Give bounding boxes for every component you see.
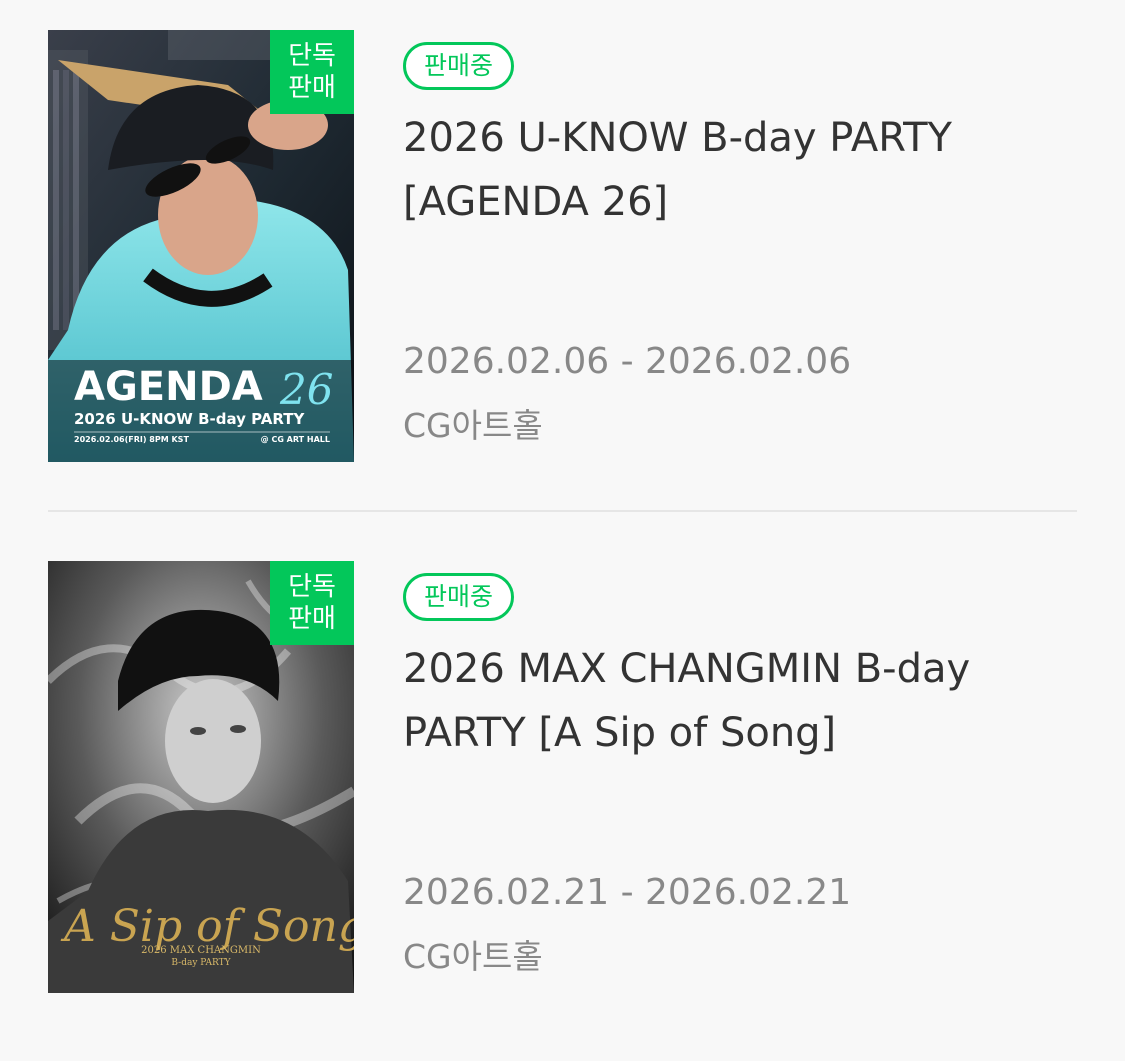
- exclusive-badge-line1: 단독: [288, 41, 336, 71]
- poster-date: 2026.02.06(FRI) 8PM KST: [74, 435, 189, 444]
- divider: [48, 510, 1077, 512]
- performance-title[interactable]: 2026 U-KNOW B-day PARTY [AGENDA 26]: [403, 106, 1043, 234]
- exclusive-sale-badge: 단독 판매: [270, 30, 354, 114]
- poster-subtitle: 2026 MAX CHANGMIN: [141, 945, 261, 956]
- item-info[interactable]: 판매중 2026 U-KNOW B-day PARTY [AGENDA 26] …: [403, 30, 1063, 462]
- poster-headline-suffix: 26: [279, 365, 333, 414]
- list-item[interactable]: AGENDA 26 2026 U-KNOW B-day PARTY 2026.0…: [48, 30, 1077, 462]
- performance-list: AGENDA 26 2026 U-KNOW B-day PARTY 2026.0…: [0, 0, 1125, 1061]
- item-info[interactable]: 판매중 2026 MAX CHANGMIN B-day PARTY [A Sip…: [403, 561, 1063, 993]
- performance-venue: CG아트홀: [403, 937, 543, 976]
- list-item[interactable]: A Sip of Song 2026 MAX CHANGMIN B-day PA…: [48, 561, 1077, 993]
- exclusive-badge-line1: 단독: [288, 572, 336, 602]
- poster-venue: @ CG ART HALL: [261, 435, 330, 444]
- performance-dates: 2026.02.06 - 2026.02.06: [403, 341, 852, 382]
- poster-subtitle-2: B-day PARTY: [171, 958, 231, 968]
- performance-venue: CG아트홀: [403, 406, 543, 445]
- performance-dates: 2026.02.21 - 2026.02.21: [403, 872, 852, 913]
- poster-image[interactable]: A Sip of Song 2026 MAX CHANGMIN B-day PA…: [48, 561, 354, 993]
- on-sale-badge: 판매중: [403, 573, 515, 621]
- poster-headline: AGENDA: [74, 364, 263, 410]
- exclusive-badge-line2: 판매: [288, 604, 336, 634]
- poster-subtitle: 2026 U-KNOW B-day PARTY: [74, 410, 305, 428]
- performance-title[interactable]: 2026 MAX CHANGMIN B-day PARTY [A Sip of …: [403, 637, 1043, 765]
- exclusive-badge-line2: 판매: [288, 73, 336, 103]
- on-sale-badge: 판매중: [403, 42, 515, 90]
- poster-image[interactable]: AGENDA 26 2026 U-KNOW B-day PARTY 2026.0…: [48, 30, 354, 462]
- exclusive-sale-badge: 단독 판매: [270, 561, 354, 645]
